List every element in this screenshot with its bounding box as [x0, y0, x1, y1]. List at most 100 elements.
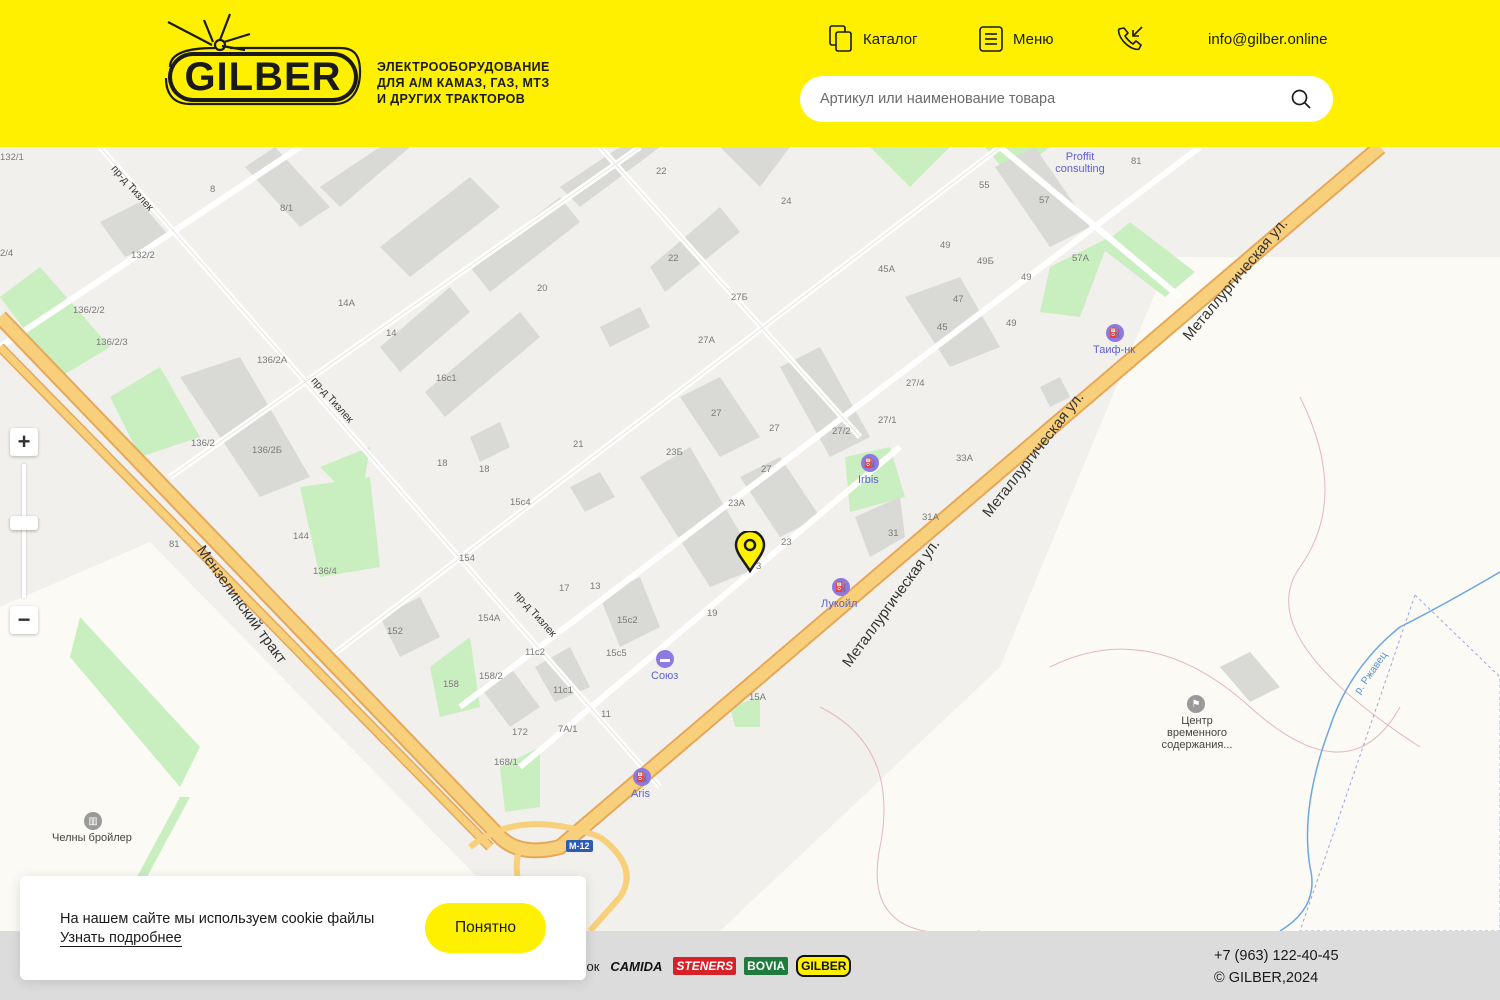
search-icon[interactable]: [1291, 89, 1311, 109]
house-number: 47: [953, 294, 964, 305]
menu-label: Меню: [1013, 30, 1054, 48]
map-view[interactable]: 132/1 8 22 24 55 57 81 2/4 8/1 20 22 49 …: [0, 147, 1500, 931]
zoom-slider-thumb[interactable]: [10, 516, 38, 530]
flag-icon[interactable]: ⚑: [1187, 695, 1205, 713]
house-number: 144: [293, 531, 309, 542]
brand-steners[interactable]: STENERS: [673, 957, 737, 975]
house-number: 27Б: [731, 292, 748, 303]
house-number: 81: [169, 539, 180, 550]
house-number: 136/4: [313, 566, 337, 577]
house-number: 22: [656, 166, 667, 177]
call-button[interactable]: [1115, 24, 1145, 54]
house-number: 154: [459, 553, 475, 564]
house-number: 31А: [922, 512, 939, 523]
house-number: 45: [937, 322, 948, 333]
brand-camida[interactable]: CAMIDA: [607, 957, 665, 976]
house-number: 23Б: [666, 447, 683, 458]
house-number: 11с1: [553, 685, 573, 696]
poi-broiler-label[interactable]: Челны бройлер: [52, 832, 132, 844]
poi-center-text: Центр временного содержания...: [1161, 715, 1233, 751]
cookie-more-link[interactable]: Узнать подробнее: [60, 930, 182, 947]
house-number: 132/2: [131, 250, 155, 261]
house-number: 168/1: [494, 757, 518, 768]
menu-link[interactable]: Меню: [979, 24, 1054, 54]
gas-station-icon[interactable]: ⛽: [633, 768, 651, 786]
site-header: GILBER ЭЛЕКТРООБОРУДОВАНИЕ ДЛЯ А/М КАМАЗ…: [0, 0, 1500, 147]
house-number: 27/2: [832, 426, 851, 437]
house-number: 19: [707, 608, 718, 619]
poi-proffit-label[interactable]: Proffit consulting: [1052, 151, 1108, 175]
search-bar: [800, 76, 1333, 122]
house-number: 21: [573, 439, 584, 450]
house-number: 81: [1131, 156, 1142, 167]
poi-irbis-label[interactable]: Irbis: [858, 474, 879, 486]
footer-phone[interactable]: +7 (963) 122-40-45: [1214, 945, 1339, 967]
house-number: 14: [386, 328, 397, 339]
house-number: 172: [512, 727, 528, 738]
house-number: 33А: [956, 453, 973, 464]
house-number: 23: [781, 537, 792, 548]
house-number: 18: [479, 464, 490, 475]
logo-text: GILBER: [184, 55, 341, 99]
brand-strip: арок CAMIDA STENERS BOVIA GILBER: [572, 955, 852, 977]
house-number: 2/4: [0, 248, 14, 259]
phone-incoming-icon: [1117, 26, 1143, 51]
house-number: 18: [437, 458, 448, 469]
house-number: 16с1: [436, 373, 457, 384]
house-number: 49: [940, 240, 951, 251]
house-number: 31: [888, 528, 899, 539]
house-number: 27/1: [878, 415, 897, 426]
cookie-accept-button[interactable]: Понятно: [425, 903, 546, 953]
footer-copyright: © GILBER,2024: [1214, 970, 1319, 986]
house-number: 57: [1039, 195, 1050, 206]
gilber-logo[interactable]: GILBER: [160, 12, 365, 108]
gas-station-icon[interactable]: ⛽: [861, 454, 879, 472]
house-number: 27: [711, 408, 722, 419]
house-number: 13: [590, 581, 601, 592]
house-number: 136/2: [191, 438, 215, 449]
menu-icon: [979, 26, 1003, 52]
house-number: 154А: [478, 613, 501, 624]
poi-lukoil-label[interactable]: Лукойл: [821, 598, 857, 610]
hotel-icon[interactable]: ▬: [656, 650, 674, 668]
zoom-out-button[interactable]: −: [10, 606, 38, 634]
brand-bovia[interactable]: BOVIA: [744, 957, 789, 975]
zoom-in-button[interactable]: +: [10, 428, 38, 456]
email-link[interactable]: info@gilber.online: [1208, 24, 1327, 54]
tagline-line-3: И ДРУГИХ ТРАКТОРОВ: [377, 92, 526, 106]
poi-aris-label[interactable]: Aris: [631, 788, 650, 800]
house-number: 49Б: [977, 256, 994, 267]
road-badge: М-12: [566, 840, 593, 852]
house-number: 136/2А: [257, 355, 288, 366]
cookie-banner: На нашем сайте мы используем cookie файл…: [20, 876, 586, 980]
house-number: 8/1: [280, 203, 294, 214]
email-text: info@gilber.online: [1208, 30, 1328, 48]
house-number: 15с4: [510, 497, 531, 508]
house-number: 17: [559, 583, 570, 594]
gas-station-icon[interactable]: ⛽: [1106, 324, 1124, 342]
catalog-label: Каталог: [863, 30, 918, 48]
house-number: 7А/1: [558, 724, 578, 735]
tagline-line-2: ДЛЯ А/М КАМАЗ, ГАЗ, МТЗ: [377, 76, 550, 90]
catalog-link[interactable]: Каталог: [829, 24, 918, 54]
house-number: 14А: [338, 298, 355, 309]
factory-icon[interactable]: ▥: [84, 812, 102, 830]
cookie-text: На нашем сайте мы используем cookie файл…: [60, 911, 375, 927]
location-pin-icon[interactable]: [734, 531, 766, 573]
house-number: 55: [979, 180, 990, 191]
poi-taif-label[interactable]: Таиф-нк: [1093, 344, 1135, 356]
house-number: 11с2: [525, 647, 545, 658]
house-number: 15с2: [617, 615, 638, 626]
zoom-control: + −: [10, 428, 38, 634]
brand-gilber[interactable]: GILBER: [796, 955, 852, 977]
house-number: 57А: [1072, 253, 1089, 264]
house-number: 136/2Б: [252, 445, 283, 456]
zoom-slider[interactable]: [10, 456, 38, 606]
tagline: ЭЛЕКТРООБОРУДОВАНИЕ ДЛЯ А/М КАМАЗ, ГАЗ, …: [377, 59, 577, 107]
poi-soyuz-label[interactable]: Союз: [651, 670, 678, 682]
gas-station-icon[interactable]: ⛽: [832, 578, 850, 596]
house-number: 24: [781, 196, 792, 207]
search-input[interactable]: [820, 91, 1280, 107]
poi-center-label[interactable]: Центр временного содержания...: [1158, 715, 1236, 751]
house-number: 136/2/3: [96, 337, 128, 348]
